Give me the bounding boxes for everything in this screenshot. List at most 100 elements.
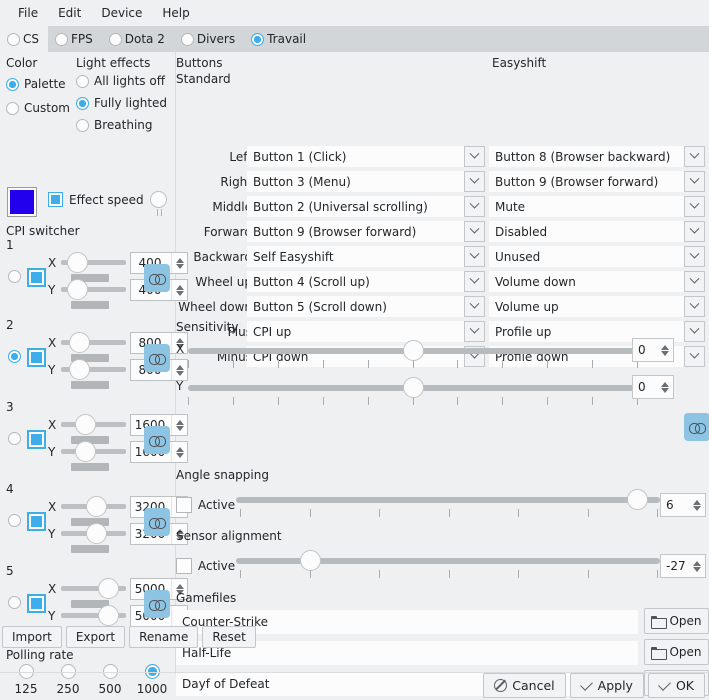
rename-button[interactable]: Rename bbox=[129, 626, 199, 648]
profile-tab-dota2[interactable]: Dota 2 bbox=[102, 26, 174, 52]
cpi-enable-checkbox[interactable] bbox=[27, 268, 46, 287]
cpi-select-radio[interactable] bbox=[8, 596, 21, 609]
slider-handle[interactable] bbox=[300, 550, 322, 571]
cpi-x-slider[interactable] bbox=[61, 332, 126, 362]
easyshift-combo-4[interactable]: Unused bbox=[489, 246, 689, 267]
slider-handle[interactable] bbox=[69, 359, 90, 380]
profile-tab-fps[interactable]: FPS bbox=[48, 26, 102, 52]
radio-icon[interactable] bbox=[76, 96, 89, 110]
cpi-select-radio[interactable] bbox=[8, 270, 21, 283]
angle-snapping-active-checkbox[interactable]: Active bbox=[176, 497, 235, 513]
slider-handle[interactable] bbox=[402, 340, 424, 361]
spinbox-arrows[interactable] bbox=[171, 442, 187, 462]
spinbox-arrows[interactable] bbox=[657, 339, 673, 361]
profile-radio-fps[interactable] bbox=[55, 32, 68, 46]
cpi-link-button[interactable] bbox=[144, 426, 170, 454]
standard-combo-arrow-3[interactable] bbox=[464, 221, 485, 242]
export-button[interactable]: Export bbox=[65, 626, 126, 648]
spinbox-arrows[interactable] bbox=[657, 376, 673, 398]
cpi-y-slider[interactable] bbox=[61, 279, 126, 309]
polling-rate-option-1000[interactable]: 1000 bbox=[132, 664, 172, 696]
standard-combo-7[interactable]: CPI up bbox=[247, 321, 469, 342]
cpi-enable-checkbox[interactable] bbox=[27, 512, 46, 531]
profile-tab-divers[interactable]: Divers bbox=[174, 26, 244, 52]
easyshift-combo-2[interactable]: Mute bbox=[489, 196, 689, 217]
standard-combo-arrow-0[interactable] bbox=[464, 146, 485, 167]
slider-handle[interactable] bbox=[97, 578, 119, 599]
slider-handle[interactable] bbox=[150, 191, 167, 208]
slider-handle[interactable] bbox=[85, 496, 107, 517]
polling-rate-option-500[interactable]: 500 bbox=[90, 664, 130, 696]
menu-help[interactable]: Help bbox=[152, 3, 199, 23]
effect-speed-toggle[interactable]: Effect speed bbox=[48, 192, 144, 207]
slider-handle[interactable] bbox=[97, 605, 119, 626]
easyshift-combo-arrow-0[interactable] bbox=[684, 146, 705, 167]
cpi-y-slider[interactable] bbox=[61, 359, 126, 389]
cpi-y-slider[interactable] bbox=[61, 523, 126, 553]
cpi-enable-checkbox[interactable] bbox=[27, 348, 46, 367]
easyshift-combo-5[interactable]: Volume down bbox=[489, 271, 689, 292]
reset-button[interactable]: Reset bbox=[202, 626, 256, 648]
standard-combo-5[interactable]: Button 4 (Scroll up) bbox=[247, 271, 469, 292]
easyshift-combo-arrow-3[interactable] bbox=[684, 221, 705, 242]
standard-combo-2[interactable]: Button 2 (Universal scrolling) bbox=[247, 196, 469, 217]
standard-combo-arrow-2[interactable] bbox=[464, 196, 485, 217]
color-option-custom[interactable]: Custom bbox=[6, 101, 70, 115]
effect-speed-slider[interactable] bbox=[148, 191, 172, 217]
easyshift-combo-arrow-6[interactable] bbox=[684, 296, 705, 317]
standard-combo-arrow-1[interactable] bbox=[464, 171, 485, 192]
cpi-x-slider[interactable] bbox=[61, 578, 126, 608]
easyshift-combo-arrow-8[interactable] bbox=[684, 346, 705, 367]
spinbox-arrows[interactable] bbox=[171, 415, 187, 435]
sensor-alignment-slider[interactable] bbox=[236, 550, 660, 571]
radio-icon[interactable] bbox=[76, 74, 89, 88]
apply-button[interactable]: Apply bbox=[569, 673, 644, 698]
cpi-link-button[interactable] bbox=[144, 508, 170, 536]
cpi-enable-checkbox[interactable] bbox=[27, 594, 46, 613]
polling-rate-option-125[interactable]: 125 bbox=[6, 664, 46, 696]
gamefile-open-button[interactable]: Open bbox=[644, 608, 709, 634]
sensitivity-x-spinbox[interactable]: 0 bbox=[632, 338, 674, 362]
sensitivity-y-spinbox[interactable]: 0 bbox=[632, 375, 674, 399]
cpi-y-slider[interactable] bbox=[61, 441, 126, 471]
checkbox-icon[interactable] bbox=[176, 558, 192, 574]
cpi-select-radio[interactable] bbox=[8, 432, 21, 445]
easyshift-combo-arrow-1[interactable] bbox=[684, 171, 705, 192]
standard-combo-1[interactable]: Button 3 (Menu) bbox=[247, 171, 469, 192]
standard-combo-arrow-7[interactable] bbox=[464, 321, 485, 342]
gamefile-open-button[interactable]: Open bbox=[644, 639, 709, 665]
sensor-alignment-spinbox[interactable]: -27 bbox=[660, 554, 706, 578]
easyshift-combo-3[interactable]: Disabled bbox=[489, 221, 689, 242]
radio-icon[interactable] bbox=[6, 77, 19, 91]
slider-handle[interactable] bbox=[69, 332, 90, 353]
sensitivity-link-button[interactable] bbox=[684, 413, 709, 441]
light-effect-breathing[interactable]: Breathing bbox=[76, 118, 153, 132]
angle-snapping-spinbox[interactable]: 6 bbox=[660, 493, 706, 517]
slider-handle[interactable] bbox=[626, 489, 648, 510]
cpi-link-button[interactable] bbox=[144, 344, 170, 372]
profile-tab-cs[interactable]: CS bbox=[0, 26, 48, 52]
slider-handle[interactable] bbox=[74, 414, 96, 435]
polling-rate-option-250[interactable]: 250 bbox=[48, 664, 88, 696]
checkbox-icon[interactable] bbox=[48, 192, 63, 207]
slider-handle[interactable] bbox=[74, 441, 96, 462]
profile-radio-divers[interactable] bbox=[180, 32, 194, 46]
standard-combo-3[interactable]: Button 9 (Browser forward) bbox=[247, 221, 469, 242]
color-option-palette[interactable]: Palette bbox=[6, 77, 66, 91]
light-effect-fully-lighted[interactable]: Fully lighted bbox=[76, 96, 167, 110]
cpi-enable-checkbox[interactable] bbox=[27, 430, 46, 449]
slider-handle[interactable] bbox=[66, 252, 88, 273]
light-effect-all-lights-off[interactable]: All lights off bbox=[76, 74, 165, 88]
slider-handle[interactable] bbox=[402, 377, 424, 398]
slider-handle[interactable] bbox=[85, 523, 107, 544]
cpi-link-button[interactable] bbox=[144, 264, 170, 292]
cpi-select-radio[interactable] bbox=[8, 350, 21, 363]
sensitivity-x-slider[interactable] bbox=[188, 340, 638, 361]
color-swatch[interactable] bbox=[7, 187, 37, 217]
profile-tab-travail[interactable]: Travail bbox=[244, 26, 315, 52]
cpi-x-slider[interactable] bbox=[61, 496, 126, 526]
spinbox-arrows[interactable] bbox=[689, 494, 705, 516]
easyshift-combo-arrow-4[interactable] bbox=[684, 246, 705, 267]
cpi-select-radio[interactable] bbox=[8, 514, 21, 527]
sensor-alignment-active-checkbox[interactable]: Active bbox=[176, 558, 235, 574]
